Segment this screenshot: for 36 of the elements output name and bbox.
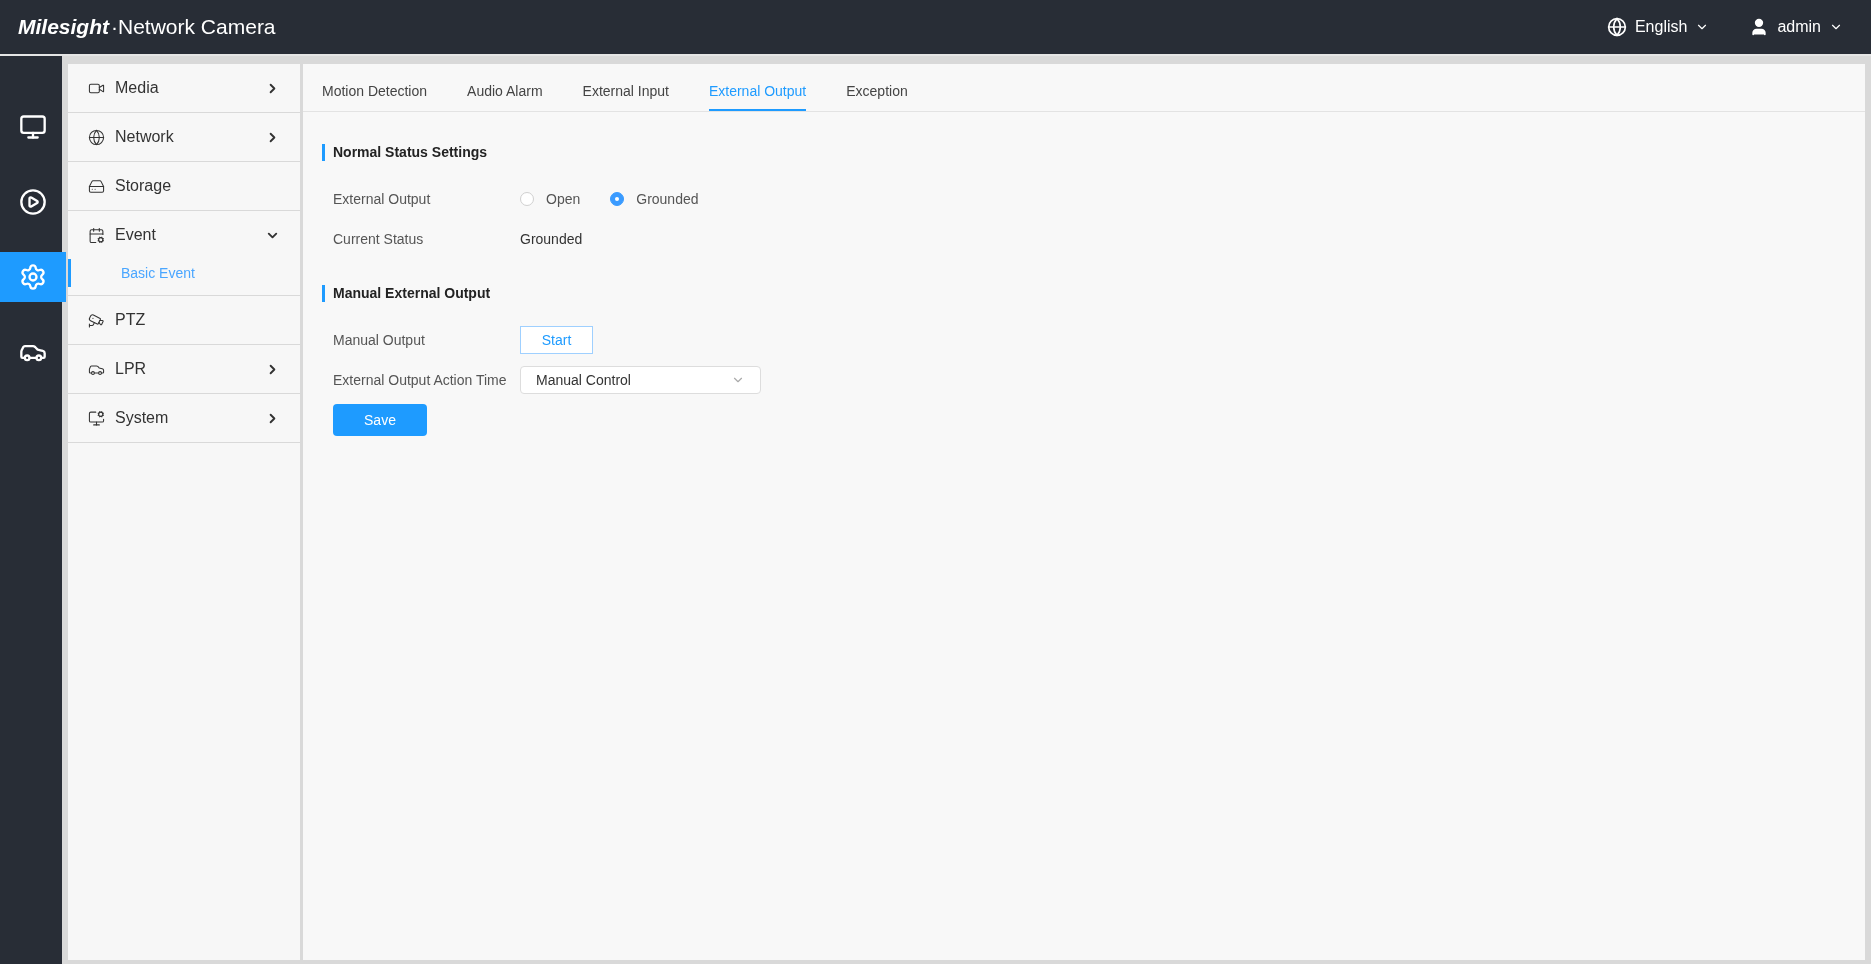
radio-button[interactable] (520, 192, 534, 206)
user-menu[interactable]: admin (1749, 15, 1843, 39)
event-icon (88, 226, 105, 244)
globe-icon (88, 128, 105, 146)
system-icon (88, 409, 105, 427)
action-time-select[interactable]: Manual Control (520, 366, 761, 394)
section-title: Manual External Output (333, 284, 491, 303)
storage-icon (88, 177, 105, 195)
tab[interactable]: External Input (582, 71, 669, 111)
tab[interactable]: Motion Detection (322, 71, 428, 111)
field-label: Current Status (333, 229, 425, 249)
menu-item[interactable]: Media (68, 64, 300, 112)
menu-item[interactable]: System (68, 394, 300, 442)
globe-icon (1606, 17, 1627, 37)
field-label: Manual Output (333, 330, 426, 350)
menu-item[interactable]: LPR (68, 345, 300, 393)
tab[interactable]: Exception (846, 71, 908, 111)
tab[interactable]: Audio Alarm (467, 71, 543, 111)
radio-button[interactable] (610, 192, 625, 206)
cctv-icon (88, 311, 105, 329)
menu-item[interactable]: PTZ (68, 296, 300, 344)
field-label: External Output (333, 189, 432, 209)
brand-logo: Milesight (18, 14, 109, 41)
radio-label: Open (546, 189, 581, 209)
menu-item[interactable]: Network (68, 113, 300, 161)
field-label: External Output Action Time (333, 370, 508, 390)
radio-label: Grounded (636, 189, 699, 209)
settings-icon (19, 263, 47, 291)
status-value: Grounded (520, 229, 583, 249)
monitor-icon (19, 113, 47, 141)
section-title: Normal Status Settings (333, 143, 488, 162)
play-icon (19, 188, 47, 216)
language-menu[interactable]: English (1606, 15, 1710, 39)
product-title: ·Network Camera (111, 14, 276, 41)
menu-item[interactable]: Storage (68, 162, 300, 210)
menu-item[interactable]: Event (68, 211, 300, 259)
